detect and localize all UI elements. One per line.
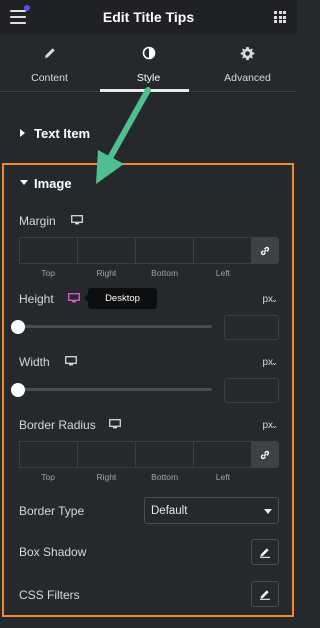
width-slider-handle[interactable] [11,383,25,397]
section-image[interactable]: Image [34,176,72,191]
margin-link-button[interactable] [251,237,279,264]
radius-top-input[interactable] [20,442,78,467]
gear-icon [198,46,297,62]
link-icon [260,450,270,459]
side-label-bottom: Bottom [151,268,179,278]
side-label-right: Right [96,268,117,278]
divider [0,92,297,93]
radius-bottom-input[interactable] [136,442,194,467]
margin-left-input[interactable] [194,238,251,263]
desktop-icon-active[interactable] [68,293,80,303]
border-type-label: Border Type [19,504,85,518]
height-label: Height [19,292,54,306]
caret-down-icon [264,509,272,514]
section-text-item[interactable]: Text Item [34,126,90,141]
tab-bar: Content Style Advanced [0,34,297,92]
height-number-input[interactable] [224,315,279,340]
chevron-down-icon[interactable]: ⌄ [271,421,278,430]
desktop-icon[interactable] [71,215,83,225]
radius-link-button[interactable] [251,441,279,468]
tab-content-label: Content [31,72,68,84]
grid-icon[interactable] [274,11,286,23]
side-label-top: Top [41,472,55,482]
pencil-icon [260,590,270,600]
side-label-left: Left [215,268,230,278]
top-bar: Edit Title Tips [0,0,297,34]
border-type-value: Default [151,505,188,517]
border-radius-inputs [19,441,252,468]
pencil-icon [0,46,99,62]
margin-top-input[interactable] [20,238,78,263]
tab-content[interactable]: Content [0,34,99,92]
tab-style[interactable]: Style [99,34,198,92]
margin-bottom-input[interactable] [136,238,194,263]
caret-down-icon[interactable] [20,180,28,185]
css-filters-label: CSS Filters [19,588,80,602]
radius-side-labels: Top Right Bottom Left [19,472,252,482]
height-slider-track[interactable] [19,325,212,328]
chevron-down-icon[interactable]: ⌄ [271,295,278,304]
tab-advanced[interactable]: Advanced [198,34,297,92]
tab-style-label: Style [136,72,161,84]
box-shadow-edit-button[interactable] [251,539,279,565]
side-label-left: Left [215,472,230,482]
margin-side-labels: Top Right Bottom Left [19,268,252,278]
desktop-icon[interactable] [65,356,77,366]
height-slider-handle[interactable] [11,320,25,334]
panel-title: Edit Title Tips [102,9,195,25]
side-label-right: Right [96,472,117,482]
chevron-down-icon[interactable]: ⌄ [271,358,278,367]
device-tooltip: Desktop [88,288,157,309]
border-radius-label: Border Radius [19,418,96,432]
side-label-top: Top [41,268,55,278]
margin-label: Margin [19,214,56,228]
margin-right-input[interactable] [78,238,136,263]
caret-right-icon[interactable] [20,129,25,137]
desktop-icon[interactable] [109,419,121,429]
radius-right-input[interactable] [78,442,136,467]
link-icon [260,246,270,255]
side-label-bottom: Bottom [151,472,179,482]
width-slider-track[interactable] [19,388,212,391]
tab-advanced-label: Advanced [224,72,271,84]
box-shadow-label: Box Shadow [19,545,87,559]
width-number-input[interactable] [224,378,279,403]
radius-left-input[interactable] [194,442,251,467]
width-label: Width [19,355,50,369]
half-circle-icon [99,46,198,62]
margin-inputs [19,237,252,264]
css-filters-edit-button[interactable] [251,581,279,607]
border-type-select[interactable]: Default [144,497,279,524]
pencil-icon [260,548,270,558]
